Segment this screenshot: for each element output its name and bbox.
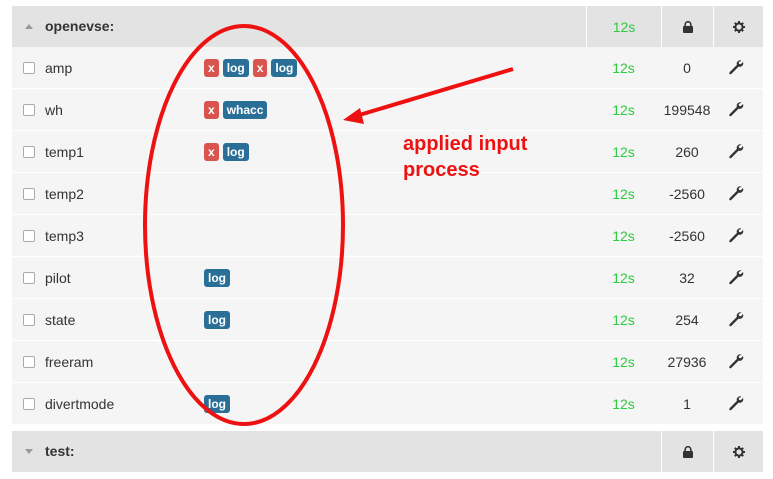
lock-icon[interactable] — [661, 431, 713, 472]
process-badge: x — [252, 59, 268, 77]
gear-icon[interactable] — [713, 6, 763, 47]
input-select-checkbox[interactable] — [23, 356, 35, 368]
input-last-update: 12s — [612, 60, 635, 76]
wrench-icon[interactable] — [728, 101, 746, 119]
input-select-checkbox[interactable] — [23, 272, 35, 284]
process-badge: log — [222, 59, 249, 77]
input-row[interactable]: temp3 12s -2560 — [12, 215, 763, 257]
process-list: x log x log — [204, 59, 298, 77]
input-last-update: 12s — [612, 354, 635, 370]
process-list: log — [204, 395, 230, 413]
process-list: x whacc — [204, 101, 268, 119]
process-list: log — [204, 269, 230, 287]
input-name: pilot — [45, 270, 71, 286]
process-badge: whacc — [222, 101, 268, 119]
input-last-update: 12s — [612, 312, 635, 328]
input-name: divertmode — [45, 396, 115, 412]
wrench-icon[interactable] — [728, 353, 746, 371]
node-last-update: 12s — [586, 6, 661, 47]
process-badge: x — [204, 59, 219, 77]
input-row[interactable]: temp2 12s -2560 — [12, 173, 763, 215]
input-name: state — [45, 312, 76, 328]
input-select-checkbox[interactable] — [23, 398, 35, 410]
input-value: 32 — [679, 270, 695, 286]
input-select-checkbox[interactable] — [23, 230, 35, 242]
input-select-checkbox[interactable] — [23, 104, 35, 116]
process-badge: log — [222, 143, 249, 161]
process-badge: log — [204, 269, 230, 287]
wrench-icon[interactable] — [728, 227, 746, 245]
input-row[interactable]: amp x log x log 12s 0 — [12, 47, 763, 89]
input-last-update: 12s — [612, 228, 635, 244]
input-row[interactable]: wh x whacc 12s 199548 — [12, 89, 763, 131]
input-name: wh — [45, 102, 63, 118]
input-value: 0 — [683, 60, 691, 76]
input-value: 260 — [675, 144, 699, 160]
process-badge: log — [204, 395, 230, 413]
gear-icon[interactable] — [713, 431, 763, 472]
annotation-line-1: applied input — [403, 133, 528, 155]
input-value: 27936 — [667, 354, 707, 370]
input-row[interactable]: state log 12s 254 — [12, 299, 763, 341]
input-select-checkbox[interactable] — [23, 188, 35, 200]
process-badge: x — [204, 101, 219, 119]
wrench-icon[interactable] — [728, 395, 746, 413]
input-name: temp3 — [45, 228, 84, 244]
annotation-line-2: process — [403, 159, 480, 181]
node-name: openevse: — [45, 18, 115, 34]
input-select-checkbox[interactable] — [23, 62, 35, 74]
node-header-test[interactable]: test: — [12, 431, 763, 472]
input-value: 1 — [683, 396, 691, 412]
input-name: amp — [45, 60, 73, 76]
collapse-caret-icon[interactable] — [25, 24, 33, 29]
input-last-update: 12s — [612, 186, 635, 202]
input-name: freeram — [45, 354, 94, 370]
input-last-update: 12s — [612, 102, 635, 118]
lock-icon[interactable] — [661, 6, 713, 47]
input-value: 199548 — [663, 102, 711, 118]
wrench-icon[interactable] — [728, 269, 746, 287]
node-name: test: — [45, 443, 75, 459]
process-list: log — [204, 311, 230, 329]
wrench-icon[interactable] — [728, 143, 746, 161]
process-list: x log — [204, 143, 249, 161]
input-value: -2560 — [669, 228, 705, 244]
expand-caret-icon[interactable] — [25, 449, 33, 454]
input-row[interactable]: temp1 x log 12s 260 — [12, 131, 763, 173]
input-name: temp2 — [45, 186, 84, 202]
input-select-checkbox[interactable] — [23, 146, 35, 158]
input-row[interactable]: freeram 12s 27936 — [12, 341, 763, 383]
input-name: temp1 — [45, 144, 84, 160]
input-row[interactable]: pilot log 12s 32 — [12, 257, 763, 299]
process-badge: log — [271, 59, 298, 77]
wrench-icon[interactable] — [728, 311, 746, 329]
input-value: 254 — [675, 312, 699, 328]
process-badge: x — [204, 143, 219, 161]
process-badge: log — [204, 311, 230, 329]
input-last-update: 12s — [612, 396, 635, 412]
wrench-icon[interactable] — [728, 185, 746, 203]
input-value: -2560 — [669, 186, 705, 202]
node-header-openevse[interactable]: openevse: 12s — [12, 6, 763, 47]
input-row[interactable]: divertmode log 12s 1 — [12, 383, 763, 425]
input-last-update: 12s — [612, 270, 635, 286]
annotation-label: applied input process — [403, 131, 603, 183]
input-select-checkbox[interactable] — [23, 314, 35, 326]
wrench-icon[interactable] — [728, 59, 746, 77]
